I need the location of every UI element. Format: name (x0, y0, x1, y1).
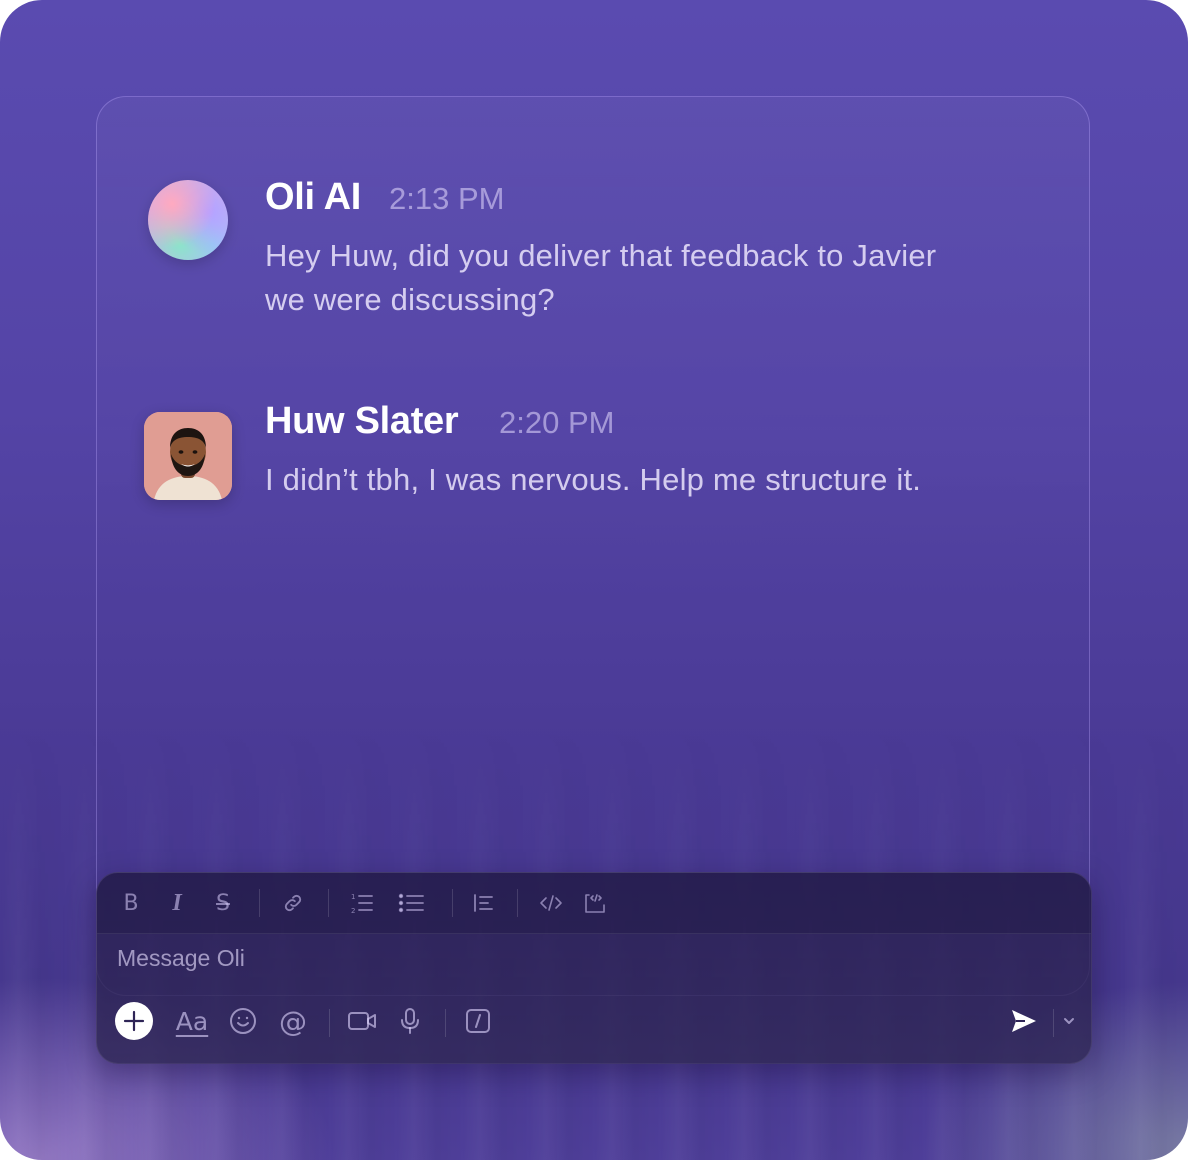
chat-thread-panel (96, 96, 1090, 996)
video-icon[interactable] (343, 1002, 381, 1040)
svg-text:1: 1 (351, 893, 355, 901)
blockquote-icon[interactable] (467, 887, 499, 919)
sender-name[interactable]: Huw Slater (265, 400, 459, 443)
bold-icon[interactable]: B (115, 887, 147, 919)
app-frame: Oli AI 2:13 PM Hey Huw, did you deliver … (0, 0, 1188, 1160)
toolbar-divider (329, 1009, 330, 1037)
microphone-icon[interactable] (391, 1002, 429, 1040)
italic-icon[interactable]: I (161, 887, 193, 919)
toolbar-divider (452, 889, 453, 917)
message-input[interactable]: Message Oli (117, 945, 245, 972)
formatting-toolbar: B I S 1 2 (97, 873, 1091, 934)
message-timestamp: 2:20 PM (499, 405, 615, 440)
message-timestamp: 2:13 PM (389, 181, 505, 216)
code-icon[interactable] (535, 887, 567, 919)
sender-name[interactable]: Oli AI (265, 176, 361, 219)
user-photo-avatar[interactable] (144, 412, 232, 500)
send-icon[interactable] (1005, 1002, 1043, 1040)
add-icon[interactable] (115, 1002, 153, 1040)
toolbar-divider (445, 1009, 446, 1037)
ai-orb-avatar[interactable] (148, 180, 228, 260)
toolbar-divider (517, 889, 518, 917)
mention-icon[interactable]: @ (274, 1002, 312, 1040)
ordered-list-icon[interactable]: 1 2 (346, 887, 378, 919)
toolbar-divider (259, 889, 260, 917)
chevron-down-icon[interactable] (1051, 1002, 1087, 1040)
svg-text:2: 2 (351, 907, 355, 915)
toolbar-divider (328, 889, 329, 917)
message-text: I didn’t tbh, I was nervous. Help me str… (265, 462, 922, 497)
avatar-portrait-graphic (144, 412, 232, 500)
text-format-icon[interactable]: Aa (173, 1002, 211, 1040)
message-line: Hey Huw, did you deliver that feedback t… (265, 238, 937, 273)
strikethrough-icon[interactable]: S (207, 887, 239, 919)
slash-command-icon[interactable] (459, 1002, 497, 1040)
message-text: Hey Huw, did you deliver that feedback t… (265, 234, 936, 322)
emoji-icon[interactable] (224, 1002, 262, 1040)
bullet-list-icon[interactable] (395, 887, 427, 919)
code-block-icon[interactable] (579, 887, 611, 919)
message-composer: B I S 1 2 Message Oli Aa @ (96, 872, 1092, 1064)
message-line: we were discussing? (265, 282, 555, 317)
link-icon[interactable] (277, 887, 309, 919)
